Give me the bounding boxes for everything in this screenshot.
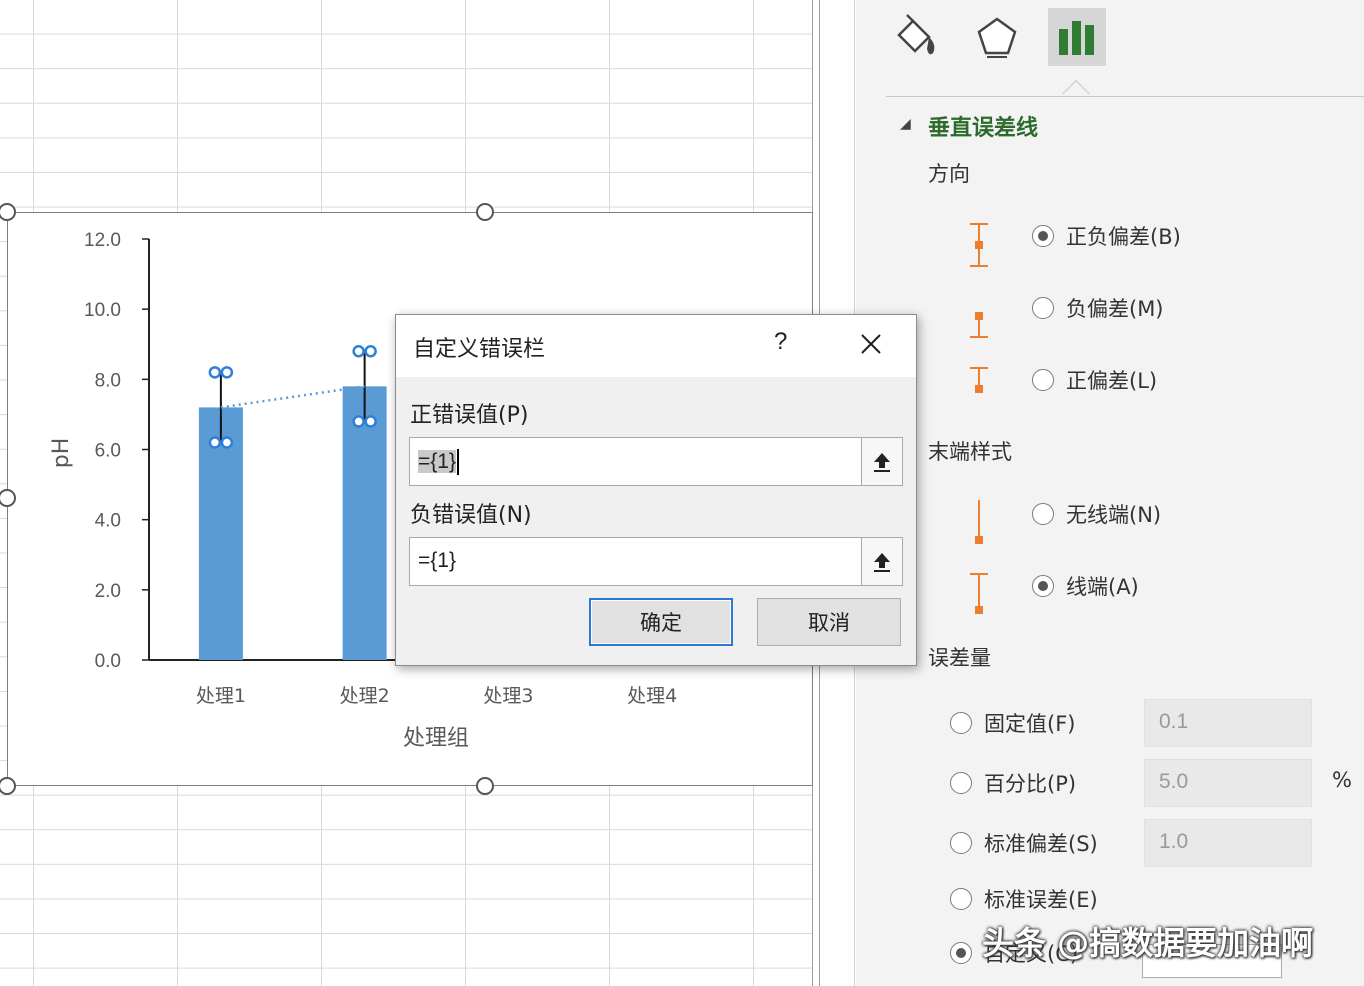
x-category-label: 处理4 (627, 685, 677, 707)
error-bar-top-handle[interactable] (208, 366, 222, 379)
error-bar-top-handle[interactable] (364, 345, 377, 358)
tab-indicator (1061, 79, 1091, 109)
direction-both-radio[interactable] (1032, 225, 1054, 247)
positive-range-select-button[interactable] (861, 437, 903, 486)
bar-options-icon (1059, 21, 1094, 55)
error-bar-top-handle[interactable] (352, 345, 365, 358)
y-tick-label: 8.0 (95, 370, 121, 391)
no-cap-icon (975, 500, 983, 544)
bar-options-tab[interactable] (1048, 8, 1106, 66)
direction-minus-radio[interactable] (1032, 297, 1054, 319)
std-dev-option[interactable]: 标准偏差(S) (950, 828, 1098, 858)
x-axis-title[interactable]: 处理组 (403, 726, 469, 751)
direction-plus-option[interactable]: 正偏差(L) (1032, 365, 1157, 395)
fixed-value-radio[interactable] (950, 712, 972, 734)
negative-error-input[interactable]: ={1} (409, 537, 863, 586)
collapse-dialog-arrow-icon (874, 452, 890, 472)
no-cap-radio[interactable] (1032, 503, 1054, 525)
collapse-triangle-icon[interactable]: ◢ (900, 116, 911, 132)
std-error-radio[interactable] (950, 888, 972, 910)
std-dev-input[interactable]: 1.0 (1144, 819, 1312, 867)
positive-error-input[interactable]: ={1} (409, 437, 863, 486)
ok-button[interactable]: 确定 (589, 598, 733, 646)
fixed-value-option[interactable]: 固定值(F) (950, 708, 1075, 738)
section-title[interactable]: 垂直误差线 (928, 110, 1038, 142)
dialog-titlebar[interactable]: 自定义错误栏 ? (396, 315, 916, 377)
format-error-bars-pane: ◢ 垂直误差线 方向 正负偏差(B) 负偏差(M) 正偏差(L) 末端样式 无线… (856, 0, 1364, 986)
fixed-value-input[interactable]: 0.1 (1144, 699, 1312, 747)
text-caret (456, 449, 459, 475)
direction-minus-option[interactable]: 负偏差(M) (1032, 293, 1164, 323)
collapse-dialog-arrow-icon (874, 552, 890, 572)
resize-handle-bottom[interactable] (476, 777, 494, 795)
percentage-option[interactable]: 百分比(P) (950, 768, 1076, 798)
close-icon[interactable] (856, 329, 886, 359)
negative-error-label: 负错误值(N) (410, 503, 532, 528)
direction-plus-radio[interactable] (1032, 369, 1054, 391)
end-style-cap-option[interactable]: 线端(A) (1032, 571, 1139, 601)
fill-line-tab[interactable] (886, 8, 944, 66)
y-tick-label: 4.0 (95, 511, 121, 532)
cap-radio[interactable] (1032, 575, 1054, 597)
resize-handle-top[interactable] (476, 203, 494, 221)
error-bar-bottom-handle[interactable] (208, 436, 222, 449)
effects-tab[interactable] (968, 8, 1026, 66)
end-style-label: 末端样式 (928, 440, 1012, 464)
effects-icon (977, 17, 1017, 58)
cancel-button[interactable]: 取消 (757, 598, 901, 646)
fill-line-icon (897, 14, 935, 55)
plus-direction-icon (970, 367, 988, 393)
custom-radio[interactable] (950, 942, 972, 964)
pane-divider (886, 96, 1364, 97)
positive-error-label: 正错误值(P) (410, 403, 529, 428)
x-category-label: 处理3 (483, 685, 533, 707)
error-bar-bottom-handle[interactable] (364, 415, 377, 428)
bar[interactable] (342, 386, 387, 660)
error-bar-bottom-handle[interactable] (352, 415, 365, 428)
help-button[interactable]: ? (774, 328, 787, 356)
std-dev-radio[interactable] (950, 832, 972, 854)
direction-both-option[interactable]: 正负偏差(B) (1032, 221, 1181, 251)
both-direction-icon (970, 223, 988, 267)
direction-label: 方向 (928, 162, 970, 186)
custom-error-bars-dialog: 自定义错误栏 ? 正错误值(P) ={1} 负错误值(N) ={1} 确定 取消 (395, 314, 917, 666)
y-tick-label: 2.0 (95, 581, 121, 602)
x-category-label: 处理1 (196, 685, 246, 707)
y-tick-label: 10.0 (84, 300, 121, 321)
y-tick-label: 12.0 (84, 230, 121, 251)
percentage-radio[interactable] (950, 772, 972, 794)
error-bar-top-handle[interactable] (220, 366, 234, 379)
y-tick-label: 6.0 (95, 441, 121, 462)
std-error-option[interactable]: 标准误差(E) (950, 884, 1098, 914)
cap-icon (970, 573, 988, 614)
negative-range-select-button[interactable] (861, 537, 903, 586)
minus-direction-icon (970, 312, 988, 338)
watermark-text: 头条 @搞数据要加油啊 (982, 924, 1314, 962)
dialog-title: 自定义错误栏 (413, 337, 546, 362)
x-category-label: 处理2 (340, 685, 390, 707)
error-amount-label: 误差量 (928, 646, 991, 670)
percent-unit: % (1332, 768, 1352, 792)
bar[interactable] (198, 407, 243, 660)
percentage-input[interactable]: 5.0 (1144, 759, 1312, 807)
error-bar-bottom-handle[interactable] (220, 436, 234, 449)
end-style-no-cap-option[interactable]: 无线端(N) (1032, 499, 1161, 529)
y-axis-title[interactable]: pH (49, 438, 74, 469)
y-tick-label: 0.0 (95, 651, 121, 672)
